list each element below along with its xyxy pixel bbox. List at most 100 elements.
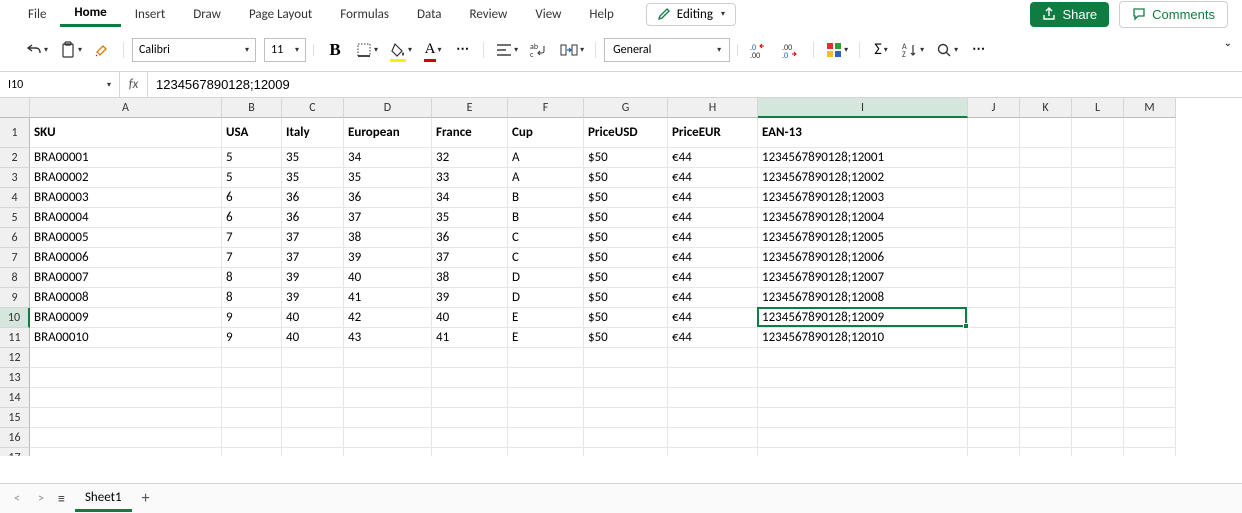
cell[interactable] [508,428,584,448]
cell[interactable]: Cup [508,118,584,148]
cell[interactable] [1072,118,1124,148]
cell[interactable]: 5 [222,148,282,168]
row-header-9[interactable]: 9 [0,288,30,308]
cell[interactable]: C [508,228,584,248]
cell[interactable] [584,368,668,388]
cell[interactable]: BRA00007 [30,268,222,288]
col-header-F[interactable]: F [508,98,584,118]
cell[interactable]: B [508,208,584,228]
cell[interactable] [968,148,1020,168]
col-header-H[interactable]: H [668,98,758,118]
cell[interactable] [968,228,1020,248]
cell[interactable] [30,448,222,456]
cell[interactable]: €44 [668,328,758,348]
cell[interactable]: 41 [344,288,432,308]
row-header-13[interactable]: 13 [0,368,30,388]
cell[interactable] [222,448,282,456]
cell[interactable] [1020,208,1072,228]
cell[interactable] [1124,248,1176,268]
cell[interactable] [668,448,758,456]
share-button[interactable]: Share [1030,2,1109,27]
font-size-select[interactable]: 11 ▾ [264,38,306,62]
cell[interactable]: 42 [344,308,432,328]
undo-button[interactable]: ▾ [22,36,52,64]
cell[interactable]: PriceUSD [584,118,668,148]
cell[interactable]: 6 [222,188,282,208]
cell[interactable]: 37 [282,228,344,248]
cell[interactable] [758,448,968,456]
cell[interactable] [1072,308,1124,328]
cell[interactable] [1124,208,1176,228]
cell[interactable] [1020,308,1072,328]
cell[interactable] [344,368,432,388]
cell[interactable] [1124,188,1176,208]
cell[interactable]: 32 [432,148,508,168]
all-sheets-button[interactable]: ≡ [58,490,65,507]
cell[interactable] [1124,228,1176,248]
conditional-format-button[interactable]: ▾ [822,36,852,64]
cell[interactable] [584,428,668,448]
cell[interactable] [758,388,968,408]
cell[interactable] [1072,208,1124,228]
row-header-17[interactable]: 17 [0,448,30,456]
decrease-decimal-button[interactable]: .0.00 [746,36,774,64]
cell[interactable]: BRA00003 [30,188,222,208]
cell[interactable]: European [344,118,432,148]
cell[interactable]: $50 [584,268,668,288]
cell[interactable] [344,428,432,448]
col-header-C[interactable]: C [282,98,344,118]
cell[interactable] [30,388,222,408]
cell[interactable] [432,348,508,368]
cell[interactable] [1124,348,1176,368]
cell[interactable] [344,348,432,368]
cell[interactable] [1124,368,1176,388]
more-tools-button[interactable]: ⋯ [966,36,992,64]
cell[interactable]: A [508,168,584,188]
cell[interactable]: BRA00006 [30,248,222,268]
cell[interactable]: 43 [344,328,432,348]
cell[interactable]: 9 [222,308,282,328]
cell[interactable] [1124,408,1176,428]
cell[interactable] [222,388,282,408]
bold-button[interactable]: B [322,36,348,64]
cell[interactable]: 34 [432,188,508,208]
cell[interactable] [1020,248,1072,268]
cell[interactable]: 1234567890128;12004 [758,208,968,228]
cell[interactable] [1124,288,1176,308]
cell[interactable]: 40 [344,268,432,288]
cell[interactable] [584,448,668,456]
tab-home[interactable]: Home [60,1,120,27]
row-header-10[interactable]: 10 [0,308,30,328]
cell[interactable]: $50 [584,248,668,268]
cell[interactable]: $50 [584,188,668,208]
cell[interactable]: 40 [432,308,508,328]
cell[interactable] [344,388,432,408]
cell[interactable] [1072,288,1124,308]
cell[interactable] [1072,368,1124,388]
cell[interactable]: 38 [432,268,508,288]
cell[interactable] [968,268,1020,288]
cell[interactable] [1072,188,1124,208]
col-header-E[interactable]: E [432,98,508,118]
cell[interactable] [1072,228,1124,248]
col-header-D[interactable]: D [344,98,432,118]
tab-formulas[interactable]: Formulas [326,3,403,26]
row-header-12[interactable]: 12 [0,348,30,368]
cell[interactable]: E [508,328,584,348]
cell[interactable]: 39 [282,268,344,288]
cell[interactable] [1020,388,1072,408]
cell[interactable] [668,408,758,428]
cell[interactable]: BRA00010 [30,328,222,348]
cell[interactable]: C [508,248,584,268]
find-button[interactable]: ▾ [932,36,962,64]
cell[interactable]: €44 [668,228,758,248]
cells-area[interactable]: SKUUSAItalyEuropeanFranceCupPriceUSDPric… [30,118,1176,456]
cell[interactable]: €44 [668,188,758,208]
cell[interactable] [222,368,282,388]
cell[interactable]: 1234567890128;12006 [758,248,968,268]
cell[interactable] [432,408,508,428]
cell[interactable]: 35 [282,148,344,168]
fill-color-button[interactable]: ▾ [386,36,416,64]
cell[interactable] [758,408,968,428]
cell[interactable] [282,408,344,428]
